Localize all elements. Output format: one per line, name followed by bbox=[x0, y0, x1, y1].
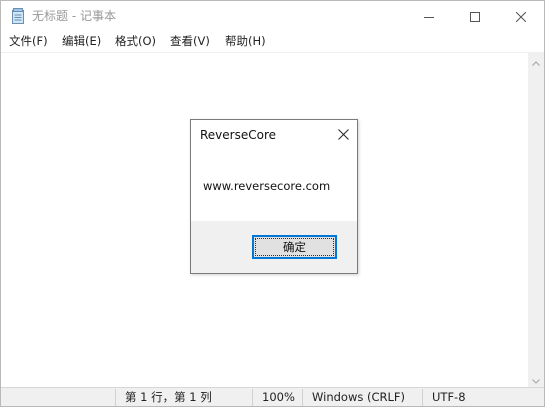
notepad-icon bbox=[11, 8, 25, 24]
dialog-title: ReverseCore bbox=[200, 128, 277, 142]
dialog-close-button[interactable] bbox=[329, 121, 357, 148]
ok-button-label: 确定 bbox=[283, 240, 306, 254]
notepad-window: 无标题 - 记事本 文件(F) 编辑(E) 格式(O) 查看(V) 帮助(H) bbox=[0, 0, 545, 407]
status-bar: 第 1 行，第 1 列 100% Windows (CRLF) UTF-8 bbox=[1, 387, 544, 406]
menu-bar: 文件(F) 编辑(E) 格式(O) 查看(V) 帮助(H) bbox=[1, 31, 544, 52]
chevron-up-icon bbox=[532, 51, 540, 70]
status-divider bbox=[252, 389, 253, 406]
menu-view[interactable]: 查看(V) bbox=[170, 34, 210, 49]
close-icon bbox=[337, 125, 349, 144]
status-zoom: 100% bbox=[262, 390, 295, 404]
dialog-button-area: 确定 bbox=[191, 221, 357, 273]
window-title: 无标题 - 记事本 bbox=[32, 9, 116, 23]
vertical-scrollbar[interactable] bbox=[528, 52, 544, 387]
status-divider bbox=[115, 389, 116, 406]
status-divider bbox=[422, 389, 423, 406]
chevron-down-icon bbox=[532, 369, 540, 388]
title-bar[interactable]: 无标题 - 记事本 bbox=[1, 1, 544, 31]
menu-help[interactable]: 帮助(H) bbox=[225, 34, 266, 49]
status-divider bbox=[302, 389, 303, 406]
close-icon bbox=[515, 7, 527, 26]
scroll-up-button[interactable] bbox=[528, 52, 544, 69]
maximize-button[interactable] bbox=[452, 1, 498, 31]
maximize-icon bbox=[470, 7, 480, 26]
dialog-message: www.reversecore.com bbox=[203, 179, 331, 193]
scroll-down-button[interactable] bbox=[528, 370, 544, 387]
close-button[interactable] bbox=[498, 1, 544, 31]
minimize-icon bbox=[424, 7, 434, 26]
menu-format[interactable]: 格式(O) bbox=[115, 34, 156, 49]
message-box: ReverseCore www.reversecore.com 确定 bbox=[190, 119, 358, 274]
ok-button[interactable]: 确定 bbox=[252, 235, 337, 259]
status-line-ending: Windows (CRLF) bbox=[312, 390, 406, 404]
menu-edit[interactable]: 编辑(E) bbox=[62, 34, 101, 49]
status-cursor-position: 第 1 行，第 1 列 bbox=[125, 390, 212, 404]
menu-file[interactable]: 文件(F) bbox=[9, 34, 48, 49]
status-encoding: UTF-8 bbox=[432, 390, 466, 404]
minimize-button[interactable] bbox=[406, 1, 452, 31]
